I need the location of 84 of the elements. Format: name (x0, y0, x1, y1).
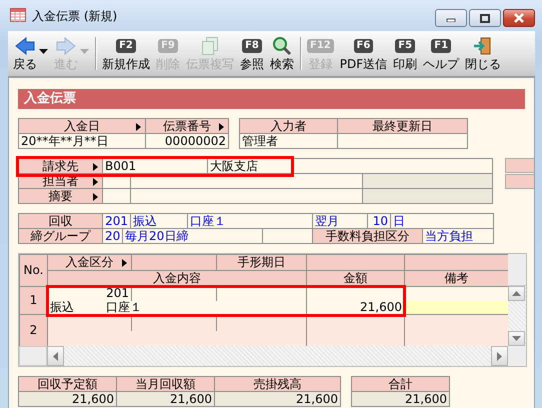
field-value: 10 (372, 214, 388, 228)
window-title: 入金伝票 (新規) (32, 8, 118, 24)
field-label: 最終更新日 (338, 118, 468, 134)
lookup-label[interactable]: 入金日 (18, 118, 146, 134)
row-number: 1 (20, 286, 48, 314)
minimize-button[interactable] (435, 9, 467, 27)
function-key-icon: F5 (395, 39, 416, 53)
field-value: 201 (106, 288, 129, 300)
field-label: 備考 (404, 270, 508, 286)
field-value: 日 (393, 214, 405, 228)
field-value: 21,600 (170, 392, 212, 406)
field-value: 20 (105, 230, 120, 242)
back-arrow-icon (14, 37, 36, 55)
field-label: No. (20, 254, 48, 286)
note-cell[interactable] (404, 300, 508, 314)
side-tab[interactable] (505, 174, 534, 189)
field-value: 大阪支店 (210, 160, 258, 172)
field-label: 入力者 (240, 118, 338, 134)
side-tab[interactable] (505, 158, 534, 173)
caret-icon (39, 48, 48, 54)
toolbar-button[interactable]: F6 PDF送信 (336, 31, 390, 76)
field-label: 回収 (18, 214, 102, 228)
field-value: 当方負担 (425, 230, 473, 242)
toolbar-button[interactable]: F5 印刷 (390, 31, 420, 76)
search-icon (272, 36, 292, 56)
toolbar-button[interactable]: 閉じる (462, 31, 504, 76)
field-label: 手数料負担区分 (312, 228, 422, 244)
function-key-icon: F9 (158, 39, 178, 53)
field-value: 振込 (50, 300, 75, 314)
maximize-icon (480, 14, 490, 22)
toolbar-button[interactable]: F8 参照 (237, 31, 267, 76)
field-value: 21,600 (296, 392, 338, 406)
documents-icon (200, 36, 220, 56)
toolbar-button[interactable]: 検索 (267, 31, 297, 76)
function-key-icon: F2 (116, 39, 136, 53)
function-key-icon: F8 (242, 39, 262, 53)
scroll-up-icon (512, 291, 522, 296)
vertical-scrollbar[interactable] (508, 254, 526, 346)
field-label: 合計 (352, 376, 450, 392)
horizontal-scrollbar[interactable] (19, 346, 526, 366)
close-button[interactable] (503, 9, 535, 27)
scroll-down-icon (512, 336, 522, 341)
field-value: 21,600 (360, 300, 402, 314)
arrow-icon (122, 259, 127, 267)
lookup-label[interactable]: 摘要 (18, 188, 102, 204)
forward-arrow-icon (55, 37, 77, 55)
function-key-icon: F6 (354, 39, 374, 53)
field-value: 口座１ (190, 214, 226, 228)
function-key-icon: F12 (307, 39, 334, 53)
caret-icon (80, 48, 89, 54)
lookup-label[interactable]: 請求先 (18, 158, 102, 174)
field-value: B001 (105, 160, 136, 172)
field-value: 口座１ (106, 300, 142, 314)
field-label: 回収予定額 (18, 376, 116, 392)
arrow-icon (136, 123, 141, 131)
arrow-icon (219, 123, 224, 131)
close-icon (513, 13, 525, 23)
scroll-left-icon (53, 352, 58, 360)
lookup-label[interactable]: 入金区分 (48, 254, 132, 270)
function-key-icon: F1 (431, 39, 452, 53)
door-exit-icon (473, 36, 494, 56)
maximize-button[interactable] (469, 9, 501, 27)
field-value: 201 (105, 214, 128, 228)
field-value: 20**年**月**日 (21, 134, 108, 148)
field-label: 手形期日 (216, 254, 306, 270)
toolbar-button[interactable]: F1 ヘルプ (420, 31, 462, 76)
toolbar-button[interactable]: F2 新規作成 (99, 31, 153, 76)
field-value: 振込 (133, 214, 157, 228)
field-value: 翌月 (315, 214, 339, 228)
note-cell[interactable] (404, 330, 508, 346)
field-label: 売掛残高 (214, 376, 340, 392)
field-label: 当月回収額 (116, 376, 214, 392)
field-value: 毎月20日締 (125, 230, 188, 242)
section-title: 入金伝票 (18, 89, 525, 109)
toolbar-button[interactable]: 戻る (10, 31, 51, 76)
field-value: 00000002 (164, 134, 226, 148)
app-icon (10, 8, 26, 22)
row-number: 2 (20, 314, 48, 346)
field-value: 管理者 (242, 134, 278, 148)
scroll-right-icon (497, 352, 502, 360)
field-value: 21,600 (405, 392, 447, 406)
field-label: 締グループ (18, 228, 102, 244)
lookup-label[interactable]: 伝票番号 (146, 118, 228, 134)
field-value: 21,600 (72, 392, 114, 406)
